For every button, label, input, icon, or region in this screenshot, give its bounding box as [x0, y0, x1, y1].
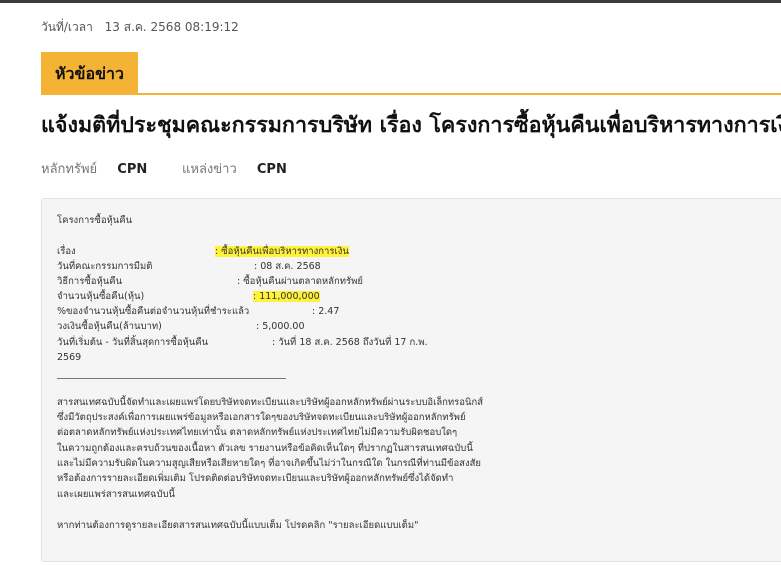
field-value: : วันที่ 18 ส.ค. 2568 ถึงวันที่ 17 ก.พ. [272, 337, 428, 348]
highlighted-value: : 111,000,000 [253, 291, 320, 302]
full-details-link-text[interactable]: หากท่านต้องการดูรายละเอียดสารสนเทศฉบับนี… [57, 519, 418, 533]
highlighted-value: : ซื้อหุ้นคืนเพื่อบริหารทางการเงิน [215, 246, 349, 257]
security-meta: หลักทรัพย์ CPN [41, 158, 147, 179]
source-value: CPN [256, 162, 287, 177]
section-tab: หัวข้อข่าว [41, 52, 138, 95]
field-value: : 08 ส.ค. 2568 [254, 261, 321, 272]
divider [57, 378, 286, 379]
disclaimer-line: สารสนเทศฉบับนี้จัดทำและเผยแพร่โดยบริษัทจ… [57, 397, 484, 408]
disclaimer-line: ในความถูกต้องและครบถ้วนของเนื้อหา ตัวเลข… [57, 443, 473, 454]
field-label: วงเงินซื้อหุ้นคืน(ล้านบาท) [57, 321, 162, 332]
datetime-value: 13 ส.ค. 2568 08:19:12 [104, 20, 239, 34]
field-label: วิธีการซื้อหุ้นคืน [57, 276, 123, 287]
datetime: วันที่/เวลา 13 ส.ค. 2568 08:19:12 [41, 18, 239, 37]
source-label: แหล่งข่าว [182, 162, 237, 177]
field-label: %ของจำนวนหุ้นซื้อคืนต่อจำนวนหุ้นที่ชำระแ… [57, 306, 250, 317]
news-heading: โครงการซื้อหุ้นคืน [57, 215, 133, 226]
datetime-label: วันที่/เวลา [41, 20, 93, 34]
disclaimer-line: และเผยแพร่สารสนเทศฉบับนี้ [57, 489, 176, 500]
field-value: : 5,000.00 [256, 321, 305, 332]
news-content-box [41, 198, 781, 562]
top-bar [0, 0, 781, 3]
field-value: : ซื้อหุ้นคืนผ่านตลาดหลักทรัพย์ [237, 276, 363, 287]
field-value: : 2.47 [312, 306, 340, 317]
field-label: จำนวนหุ้นซื้อคืน(หุ้น) [57, 291, 145, 302]
section-rule [41, 93, 781, 95]
security-label: หลักทรัพย์ [41, 162, 98, 177]
source-meta: แหล่งข่าว CPN [182, 158, 287, 179]
security-value: CPN [117, 162, 148, 177]
disclaimer-line: ต่อตลาดหลักทรัพย์แห่งประเทศไทยเท่านั้น ต… [57, 427, 458, 438]
disclaimer-line: ซึ่งมีวัตถุประสงค์เพื่อการเผยแพร่ข้อมูลห… [57, 412, 466, 423]
field-value: : ซื้อหุ้นคืนเพื่อบริหารทางการเงิน [215, 245, 349, 259]
disclaimer-line: และไม่มีความรับผิดในความสูญเสียหรือเสียห… [57, 458, 481, 469]
field-label: วันที่เริ่มต้น - วันที่สิ้นสุดการซื้อหุ้… [57, 337, 209, 348]
field-value: : 111,000,000 [253, 290, 320, 304]
page-title: แจ้งมติที่ประชุมคณะกรรมการบริษัท เรื่อง … [41, 113, 781, 138]
field-label: เรื่อง [57, 246, 76, 257]
field-label: วันที่คณะกรรมการมีมติ [57, 261, 153, 272]
disclaimer-line: หรือต้องการรายละเอียดเพิ่มเติม โปรดติดต่… [57, 473, 454, 484]
field-value-continued: 2569 [57, 352, 82, 363]
